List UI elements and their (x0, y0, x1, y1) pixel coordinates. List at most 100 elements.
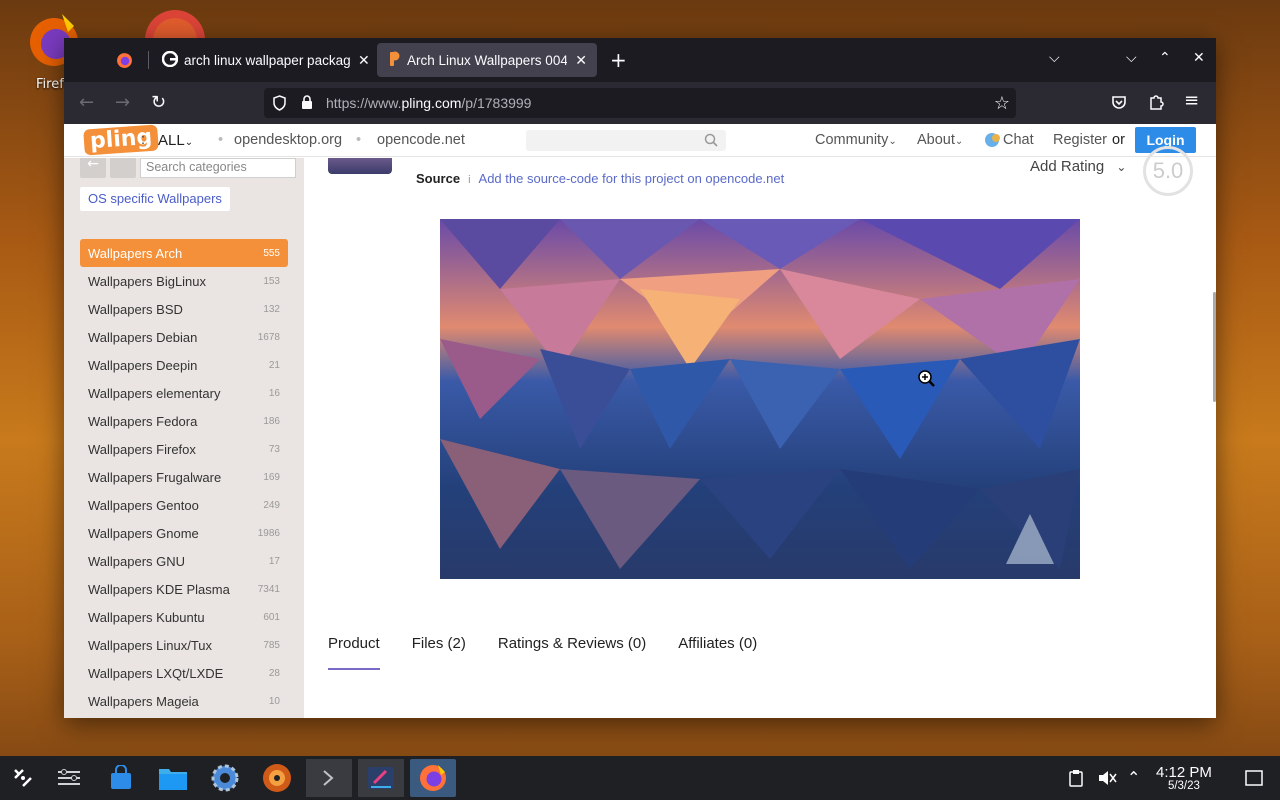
site-search-input[interactable] (526, 130, 726, 151)
category-item[interactable]: Wallpapers Fedora 186 (80, 407, 288, 435)
taskbar: ⌃ 4:12 PM 5/3/23 (0, 756, 1280, 800)
tracking-shield-icon[interactable] (272, 95, 287, 115)
url-bar[interactable]: https://www.pling.com/p/1783999 ☆ (264, 88, 1016, 118)
category-sidebar: ← Search categories OS specific Wallpape… (64, 158, 304, 718)
source-row: Source i Add the source-code for this proj… (416, 171, 784, 186)
rating-score: 5.0 (1143, 146, 1193, 196)
tab-google-search[interactable]: arch linux wallpaper package ✕ (152, 43, 380, 77)
terminal-icon[interactable] (306, 759, 352, 797)
tab-files[interactable]: Files (2) (412, 635, 466, 670)
wallpaper-preview-image[interactable] (440, 219, 1080, 579)
app-launcher-icon[interactable] (0, 759, 46, 797)
nav-community[interactable]: Community⌄ (815, 132, 897, 148)
forward-arrow-button[interactable] (110, 158, 136, 178)
tab-product[interactable]: Product (328, 635, 380, 670)
category-item[interactable]: Wallpapers Firefox 73 (80, 435, 288, 463)
list-tabs-icon[interactable]: ⌵ (1049, 50, 1060, 66)
tab-bar: arch linux wallpaper package ✕ Arch Linu… (64, 38, 1216, 82)
tab-ratings-reviews[interactable]: Ratings & Reviews (0) (498, 635, 646, 670)
chevron-down-icon: ⌄ (954, 136, 964, 147)
bullet-icon: • (218, 132, 224, 148)
zoom-in-icon[interactable] (917, 369, 937, 393)
category-list: Wallpapers Arch 555 Wallpapers BigLinux 15… (80, 239, 288, 715)
menu-icon[interactable]: ≡ (1184, 90, 1199, 111)
bookmark-star-icon[interactable]: ☆ (994, 93, 1010, 114)
category-item[interactable]: Wallpapers Linux/Tux 785 (80, 631, 288, 659)
product-tabs: Product Files (2) Ratings & Reviews (0) … (328, 635, 789, 670)
category-item[interactable]: Wallpapers LXQt/LXDE 28 (80, 659, 288, 687)
all-dropdown[interactable]: ALL⌄ (158, 132, 193, 149)
product-main: Source i Add the source-code for this proj… (304, 146, 1216, 718)
category-item[interactable]: Wallpapers Arch 555 (80, 239, 288, 267)
category-item[interactable]: Wallpapers Frugalware 169 (80, 463, 288, 491)
lock-icon[interactable] (301, 95, 313, 114)
back-arrow-button[interactable]: ← (80, 158, 106, 178)
category-item[interactable]: Wallpapers Mageia 10 (80, 687, 288, 715)
info-icon[interactable]: i (468, 174, 470, 186)
system-settings-icon[interactable] (202, 759, 248, 797)
tray-expand-icon[interactable]: ⌃ (1127, 768, 1140, 787)
discover-store-icon[interactable] (98, 759, 144, 797)
category-item[interactable]: Wallpapers GNU 17 (80, 547, 288, 575)
site-header: pling : ALL⌄ • opendesktop.org • opencod… (64, 124, 1216, 157)
firefox-view-icon[interactable] (116, 52, 133, 73)
add-rating-dropdown[interactable]: Add Rating ⌄ (1030, 158, 1126, 175)
chat-icon (984, 132, 1002, 153)
close-tab-icon[interactable]: ✕ (358, 52, 370, 69)
tab-title: Arch Linux Wallpapers 004 (407, 52, 568, 68)
close-window-icon[interactable]: ✕ (1193, 50, 1205, 66)
browser-window: arch linux wallpaper package ✕ Arch Linu… (64, 38, 1216, 718)
product-thumbnail[interactable] (328, 158, 392, 174)
nav-register[interactable]: Register (1053, 132, 1107, 148)
category-item[interactable]: Wallpapers BigLinux 153 (80, 267, 288, 295)
source-link[interactable]: Add the source-code for this project on … (479, 171, 785, 186)
back-icon[interactable]: ← (79, 92, 94, 113)
clock-time: 4:12 PM (1156, 764, 1212, 781)
os-specific-tag[interactable]: OS specific Wallpapers (80, 187, 230, 211)
nav-chat[interactable]: Chat (1003, 132, 1034, 148)
nav-bar: ← → ↻ https://www.pling.com/p/1783999 ☆ … (64, 82, 1216, 124)
url-text: https://www.pling.com/p/1783999 (326, 95, 532, 111)
close-tab-icon[interactable]: ✕ (575, 52, 587, 69)
clipboard-icon[interactable] (1068, 769, 1084, 791)
category-search-input[interactable]: Search categories (140, 158, 296, 178)
maximize-icon[interactable]: ⌃ (1159, 50, 1171, 66)
volume-muted-icon[interactable] (1097, 769, 1117, 791)
new-tab-icon[interactable]: + (610, 48, 627, 72)
category-item[interactable]: Wallpapers Deepin 21 (80, 351, 288, 379)
link-opendesktop[interactable]: opendesktop.org (234, 132, 342, 148)
kate-editor-icon[interactable] (358, 759, 404, 797)
bullet-icon: • (356, 132, 362, 148)
category-item[interactable]: Wallpapers BSD 132 (80, 295, 288, 323)
pling-logo[interactable]: pling (83, 124, 160, 156)
chevron-down-icon: ⌄ (1116, 160, 1127, 174)
file-manager-icon[interactable] (150, 759, 196, 797)
pling-p-icon (387, 51, 401, 70)
minimize-icon[interactable]: ⌵ (1126, 50, 1137, 66)
link-opencode[interactable]: opencode.net (377, 132, 465, 148)
pocket-icon[interactable] (1111, 94, 1127, 114)
category-item[interactable]: Wallpapers Debian 1678 (80, 323, 288, 351)
category-item[interactable]: Wallpapers Gnome 1986 (80, 519, 288, 547)
category-item[interactable]: Wallpapers Gentoo 249 (80, 491, 288, 519)
category-item[interactable]: Wallpapers KDE Plasma 7341 (80, 575, 288, 603)
firefox-taskbar-icon[interactable] (410, 759, 456, 797)
google-g-icon (161, 50, 179, 70)
steam-app-icon[interactable] (254, 759, 300, 797)
extensions-icon[interactable] (1148, 93, 1164, 115)
page-scrollbar[interactable] (1213, 292, 1216, 402)
category-item[interactable]: Wallpapers Kubuntu 601 (80, 603, 288, 631)
category-item[interactable]: Wallpapers elementary 16 (80, 379, 288, 407)
nav-about[interactable]: About⌄ (917, 132, 963, 148)
chevron-down-icon: ⌄ (184, 137, 194, 148)
clock-date: 5/3/23 (1167, 780, 1200, 792)
tab-pling[interactable]: Arch Linux Wallpapers 004 ✕ (377, 43, 597, 77)
clock[interactable]: 4:12 PM 5/3/23 (1156, 764, 1212, 792)
tab-affiliates[interactable]: Affiliates (0) (678, 635, 757, 670)
reload-icon[interactable]: ↻ (151, 92, 166, 113)
settings-sliders-icon[interactable] (46, 759, 92, 797)
nav-or: or (1112, 132, 1125, 148)
forward-icon[interactable]: → (115, 92, 130, 113)
show-desktop-icon[interactable] (1245, 770, 1263, 790)
source-label: Source (416, 171, 461, 186)
